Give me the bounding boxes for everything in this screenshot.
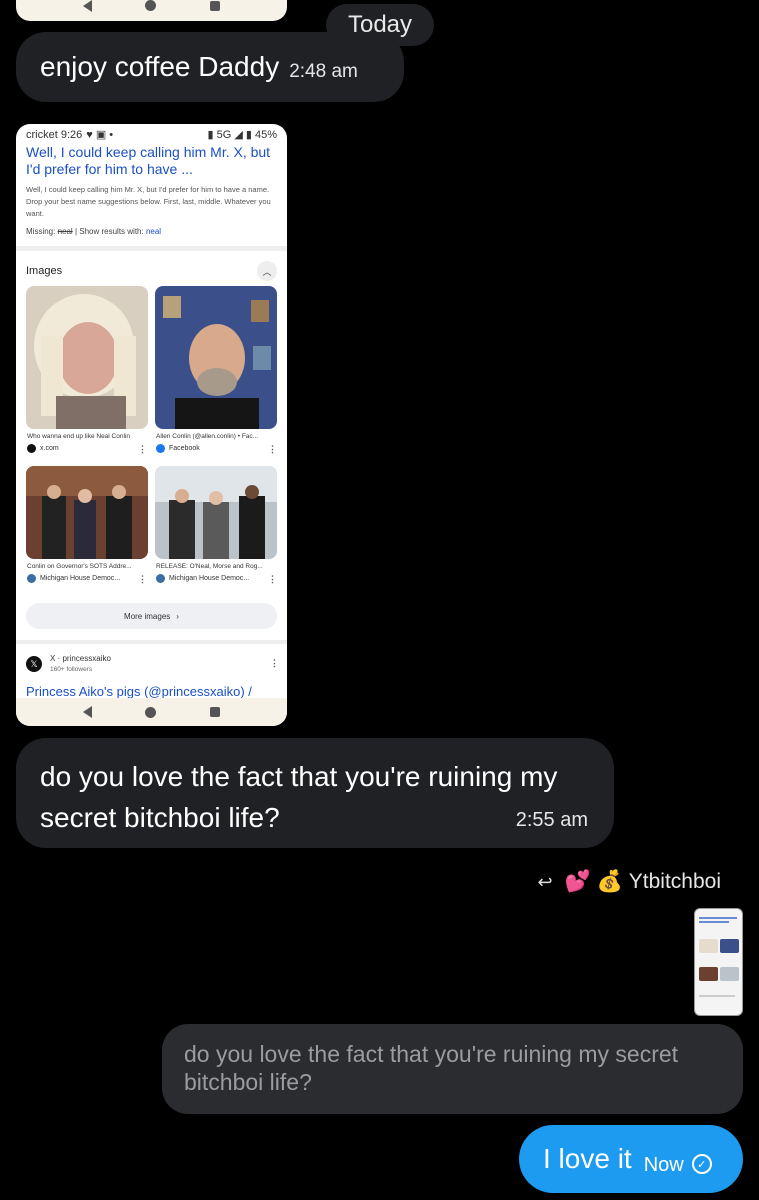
- recents-nav-icon: [210, 0, 221, 11]
- thumb-line: [699, 921, 729, 923]
- image-source: Michigan House Democ...: [27, 574, 120, 583]
- android-navbar: [16, 698, 287, 726]
- missing-terms: Missing: neal | Show results with: neal: [26, 227, 162, 236]
- more-options-icon: ⋮: [270, 658, 279, 668]
- back-nav-icon: [82, 0, 92, 12]
- image-thumbnail: [155, 466, 277, 559]
- message-bubble[interactable]: enjoy coffee Daddy 2:48 am: [16, 32, 404, 102]
- chevron-up-icon: ︿: [257, 261, 277, 281]
- more-images-button: More images ›: [26, 603, 277, 629]
- status-carrier: cricket 9:26: [26, 128, 83, 141]
- divider: [16, 640, 287, 644]
- more-options-icon: ⋮: [268, 444, 277, 454]
- status-bar: cricket 9:26 ♥ ▣ • ▮ 5G ◢ ▮ 45%: [16, 124, 287, 144]
- recents-nav-icon: [210, 707, 221, 717]
- x-result-title: Princess Aiko's pigs (@princessxaiko) /: [26, 684, 252, 699]
- image-source: Facebook: [156, 444, 200, 453]
- home-nav-icon: [145, 0, 157, 11]
- thumb-image: [699, 967, 718, 981]
- quoted-image-thumbnail[interactable]: [694, 908, 743, 1016]
- bald-man-photo: [155, 286, 277, 429]
- thumb-image: [720, 939, 739, 953]
- reply-arrow-icon: ↩: [537, 871, 553, 892]
- image-caption: Who wanna end up like Neal Conlin: [27, 433, 130, 440]
- shared-screenshot-image[interactable]: cricket 9:26 ♥ ▣ • ▮ 5G ◢ ▮ 45% Well, I c…: [16, 124, 287, 726]
- reply-name: Ytbitchboi: [628, 870, 721, 893]
- image-source: Michigan House Democ...: [156, 574, 249, 583]
- message-text: do you love the fact that you're ruining…: [40, 761, 558, 833]
- chevron-right-icon: ›: [176, 611, 179, 621]
- x-result-site: X · princessxaiko: [50, 654, 111, 663]
- message-time: Now: [643, 1153, 684, 1176]
- image-thumbnail: [155, 286, 277, 429]
- facebook-logo-icon: [156, 444, 165, 453]
- notification-icons: ♥ ▣ •: [86, 128, 114, 141]
- message-text: I love it: [543, 1143, 632, 1174]
- image-thumbnail: [26, 286, 148, 429]
- image-caption: Conlin on Governor's SOTS Addre...: [27, 563, 132, 570]
- more-options-icon: ⋮: [268, 574, 277, 584]
- reply-emojis: 💕 💰: [564, 870, 623, 893]
- thumb-image: [699, 939, 718, 953]
- thumb-line: [699, 995, 735, 997]
- outgoing-message-bubble[interactable]: I love it Now ✓: [519, 1125, 743, 1193]
- michigan-seal-icon: [156, 574, 165, 583]
- message-text: enjoy coffee Daddy: [40, 51, 280, 82]
- battery-level: 45%: [254, 128, 277, 141]
- previous-screenshot-navbar: [16, 0, 287, 21]
- image-source: x.com: [27, 444, 59, 453]
- search-result-snippet: Well, I could keep calling him Mr. X, bu…: [26, 185, 271, 218]
- images-header: Images ︿: [16, 251, 287, 281]
- reply-header: ↩ 💕 💰 Ytbitchboi: [538, 870, 721, 894]
- x-result-followers: 160+ followers: [50, 666, 93, 673]
- search-result-title: Well, I could keep calling him Mr. X, bu…: [26, 144, 271, 177]
- group-photo: [26, 466, 148, 559]
- read-check-icon: ✓: [691, 1154, 712, 1174]
- michigan-seal-icon: [27, 574, 36, 583]
- thumb-image: [720, 967, 739, 981]
- image-caption: Allen Conlin (@allen.conlin) • Fac...: [156, 433, 259, 440]
- image-thumbnail: [26, 466, 148, 559]
- award-photo: [155, 466, 277, 559]
- images-heading: Images: [26, 265, 63, 277]
- home-nav-icon: [145, 706, 157, 718]
- x-logo-icon: 𝕏: [26, 656, 42, 672]
- blonde-wig-photo: [26, 286, 148, 429]
- more-options-icon: ⋮: [138, 574, 147, 584]
- image-caption: RELEASE: O'Neal, Morse and Rog...: [156, 563, 263, 570]
- quoted-message[interactable]: do you love the fact that you're ruining…: [162, 1024, 743, 1114]
- thumb-line: [699, 917, 737, 919]
- signal-icons: ▮ 5G ◢ ▮: [207, 128, 255, 141]
- message-bubble[interactable]: do you love the fact that you're ruining…: [16, 738, 614, 848]
- more-options-icon: ⋮: [138, 444, 147, 454]
- back-nav-icon: [82, 706, 92, 718]
- x-logo-icon: [27, 444, 36, 453]
- message-time: 2:48 am: [289, 61, 358, 82]
- message-time: 2:55 am: [515, 809, 588, 831]
